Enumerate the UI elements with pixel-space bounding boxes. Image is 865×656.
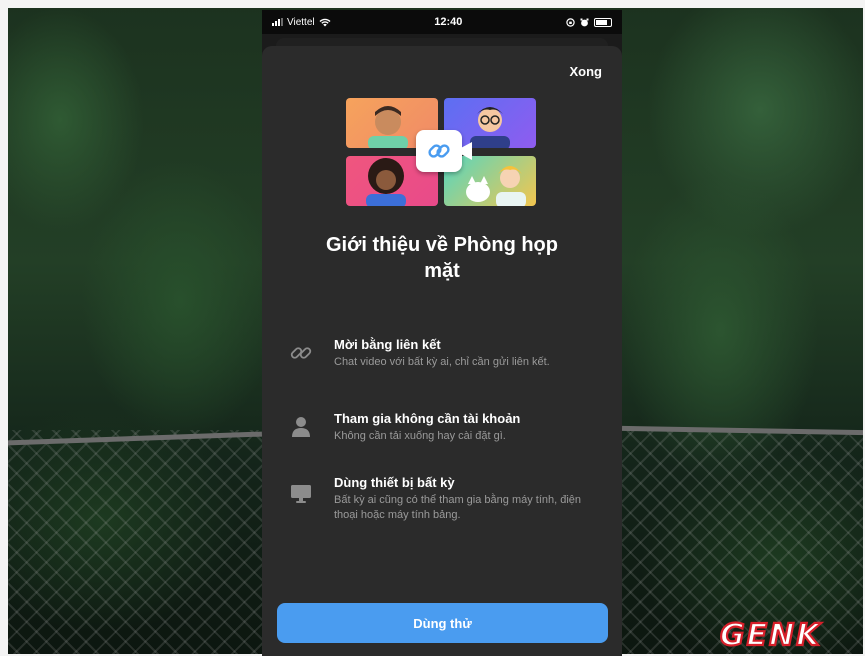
signal-icon: [272, 18, 283, 26]
rooms-intro-sheet: Xong Giới thiệu về Phòng họp mặt Mời bằn…: [262, 46, 622, 656]
feature-description: Không cần tải xuống hay cài đặt gì.: [334, 430, 506, 442]
carrier-label: Viettel: [287, 16, 315, 28]
feature-description: Chat video với bất kỳ ai, chỉ cần gửi li…: [334, 356, 550, 368]
status-bar: Viettel 12:40: [262, 10, 622, 34]
feature-no-account: Tham gia không cần tài khoản Không cần t…: [286, 410, 612, 444]
done-button[interactable]: Xong: [570, 64, 603, 79]
feature-description: Bất kỳ ai cũng có thể tham gia bằng máy …: [334, 494, 582, 521]
battery-icon: [593, 17, 612, 27]
feature-icon: [286, 474, 316, 523]
monitor-icon: [291, 485, 311, 503]
genk-logo: GENK: [716, 617, 858, 654]
rooms-illustration: [346, 98, 540, 208]
feature-text: Dùng thiết bị bất kỳ Bất kỳ ai cũng có t…: [334, 474, 604, 523]
wifi-icon: [319, 18, 331, 26]
svg-text:GENK: GENK: [720, 618, 822, 650]
feature-text: Tham gia không cần tài khoản Không cần t…: [334, 410, 520, 444]
feature-any-device: Dùng thiết bị bất kỳ Bất kỳ ai cũng có t…: [286, 474, 612, 523]
orientation-lock-icon: [566, 17, 575, 27]
feature-title: Mời bằng liên kết: [334, 337, 441, 352]
link-icon: [428, 144, 450, 158]
feature-title: Dùng thiết bị bất kỳ: [334, 475, 455, 490]
feature-icon: [286, 410, 316, 444]
link-icon-badge: [416, 130, 462, 172]
person-icon: [292, 417, 310, 437]
link-icon: [290, 347, 312, 359]
alarm-icon: [580, 18, 589, 26]
phone-screen: Viettel 12:40 Xong Giới thiệu về Phòng h…: [262, 10, 622, 656]
status-right: [566, 17, 612, 27]
sheet-title: Giới thiệu về Phòng họp mặt: [326, 234, 558, 282]
clock: 12:40: [434, 16, 463, 28]
feature-icon: [286, 336, 316, 370]
status-left: Viettel: [272, 17, 331, 28]
try-button[interactable]: Dùng thử: [277, 603, 608, 643]
feature-invite-link: Mời bằng liên kết Chat video với bất kỳ …: [286, 336, 612, 370]
feature-title: Tham gia không cần tài khoản: [334, 411, 521, 426]
feature-text: Mời bằng liên kết Chat video với bất kỳ …: [334, 336, 550, 370]
